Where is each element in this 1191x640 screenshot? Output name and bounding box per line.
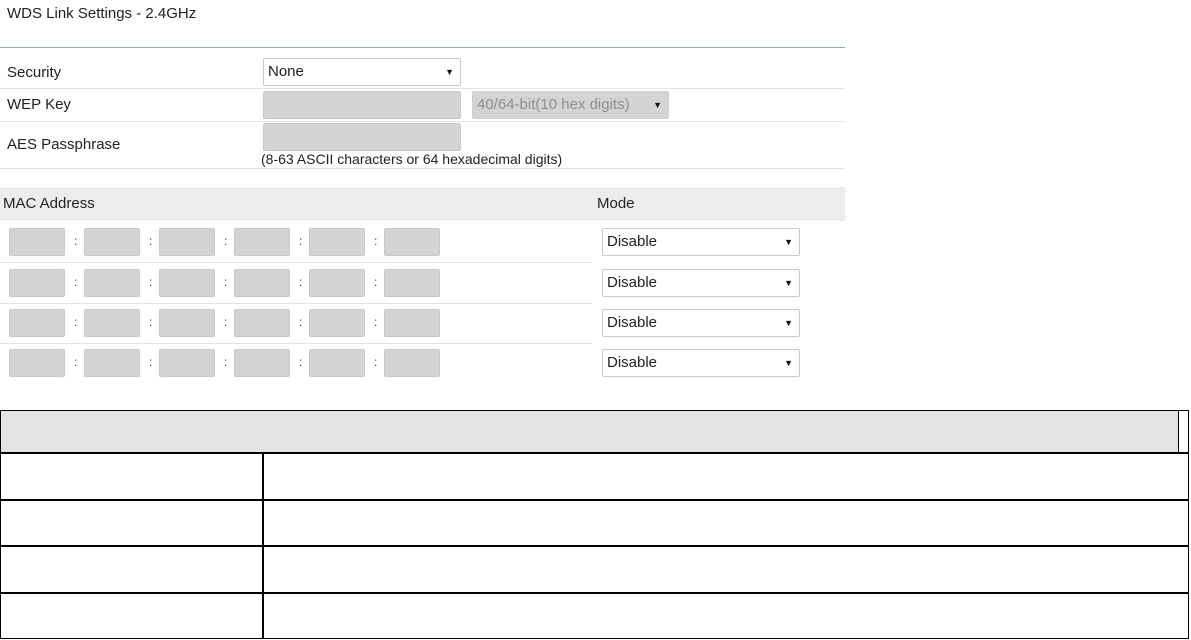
mac-octet-input[interactable] [9, 309, 65, 337]
row-divider [0, 88, 845, 89]
mac-octet-input[interactable] [159, 309, 215, 337]
title-divider [0, 47, 845, 48]
mac-octet-input[interactable] [309, 309, 365, 337]
mac-table-header [0, 187, 845, 221]
chevron-down-icon: ▼ [784, 237, 793, 247]
mac-separator: : [149, 355, 153, 369]
chevron-down-icon: ▼ [784, 278, 793, 288]
mac-octet-input[interactable] [234, 349, 290, 377]
chevron-down-icon: ▼ [784, 318, 793, 328]
table-row-divider [0, 545, 1189, 547]
mac-separator: : [74, 234, 78, 248]
mac-octet-input[interactable] [384, 228, 440, 256]
mac-octet-input[interactable] [309, 349, 365, 377]
mode-select-value: Disable [607, 233, 658, 250]
aes-passphrase-hint: (8-63 ASCII characters or 64 hexadecimal… [261, 151, 563, 167]
chevron-down-icon: ▼ [445, 67, 454, 77]
chevron-down-icon: ▼ [653, 100, 662, 110]
table-column-divider [1178, 411, 1179, 452]
mac-separator: : [374, 275, 378, 289]
mac-separator: : [224, 234, 228, 248]
table-row-divider [0, 452, 1189, 454]
page-title: WDS Link Settings - 2.4GHz [7, 5, 197, 22]
row-divider [0, 121, 845, 122]
mac-octet-input[interactable] [84, 349, 140, 377]
mac-octet-input[interactable] [9, 228, 65, 256]
mac-separator: : [224, 275, 228, 289]
mode-select-value: Disable [607, 274, 658, 291]
mac-octet-input[interactable] [9, 349, 65, 377]
security-label: Security [7, 64, 62, 81]
mac-octet-input[interactable] [309, 228, 365, 256]
mac-address-header: MAC Address [3, 195, 95, 212]
mac-separator: : [374, 315, 378, 329]
mac-separator: : [149, 234, 153, 248]
mac-octet-input[interactable] [84, 309, 140, 337]
mac-octet-input[interactable] [384, 349, 440, 377]
table-column-divider [262, 452, 264, 639]
mac-octet-input[interactable] [159, 228, 215, 256]
mac-separator: : [74, 275, 78, 289]
mac-octet-input[interactable] [384, 269, 440, 297]
mode-select[interactable]: Disable ▼ [602, 309, 800, 337]
mac-separator: : [224, 355, 228, 369]
mac-separator: : [299, 275, 303, 289]
mac-separator: : [149, 315, 153, 329]
mac-separator: : [74, 355, 78, 369]
mac-separator: : [299, 315, 303, 329]
mac-separator: : [374, 355, 378, 369]
mac-separator: : [299, 355, 303, 369]
mac-separator: : [374, 234, 378, 248]
mac-octet-input[interactable] [234, 269, 290, 297]
row-divider [0, 343, 592, 344]
security-select[interactable]: None ▼ [263, 58, 461, 86]
mac-separator: : [149, 275, 153, 289]
table-row-divider [0, 592, 1189, 594]
aes-passphrase-input[interactable] [263, 123, 461, 151]
security-select-value: None [268, 63, 304, 80]
wep-key-length-value: 40/64-bit(10 hex digits) [477, 96, 630, 113]
mac-octet-input[interactable] [84, 228, 140, 256]
chevron-down-icon: ▼ [784, 358, 793, 368]
row-divider [0, 303, 592, 304]
wep-key-label: WEP Key [7, 96, 71, 113]
mode-select-value: Disable [607, 354, 658, 371]
description-table-header [1, 411, 1178, 452]
mac-separator: : [74, 315, 78, 329]
mac-octet-input[interactable] [84, 269, 140, 297]
aes-passphrase-label: AES Passphrase [7, 136, 121, 153]
row-divider [0, 262, 592, 263]
wep-key-input[interactable] [263, 91, 461, 119]
mac-separator: : [224, 315, 228, 329]
table-row-divider [0, 499, 1189, 501]
mac-separator: : [299, 234, 303, 248]
mac-octet-input[interactable] [159, 269, 215, 297]
mode-header: Mode [597, 195, 635, 212]
mac-octet-input[interactable] [234, 228, 290, 256]
row-divider [0, 168, 845, 169]
mode-select[interactable]: Disable ▼ [602, 269, 800, 297]
mac-octet-input[interactable] [384, 309, 440, 337]
mode-select[interactable]: Disable ▼ [602, 228, 800, 256]
mac-octet-input[interactable] [159, 349, 215, 377]
mac-octet-input[interactable] [309, 269, 365, 297]
mode-select[interactable]: Disable ▼ [602, 349, 800, 377]
mac-octet-input[interactable] [9, 269, 65, 297]
mode-select-value: Disable [607, 314, 658, 331]
wep-key-length-select[interactable]: 40/64-bit(10 hex digits) ▼ [472, 91, 669, 119]
mac-octet-input[interactable] [234, 309, 290, 337]
